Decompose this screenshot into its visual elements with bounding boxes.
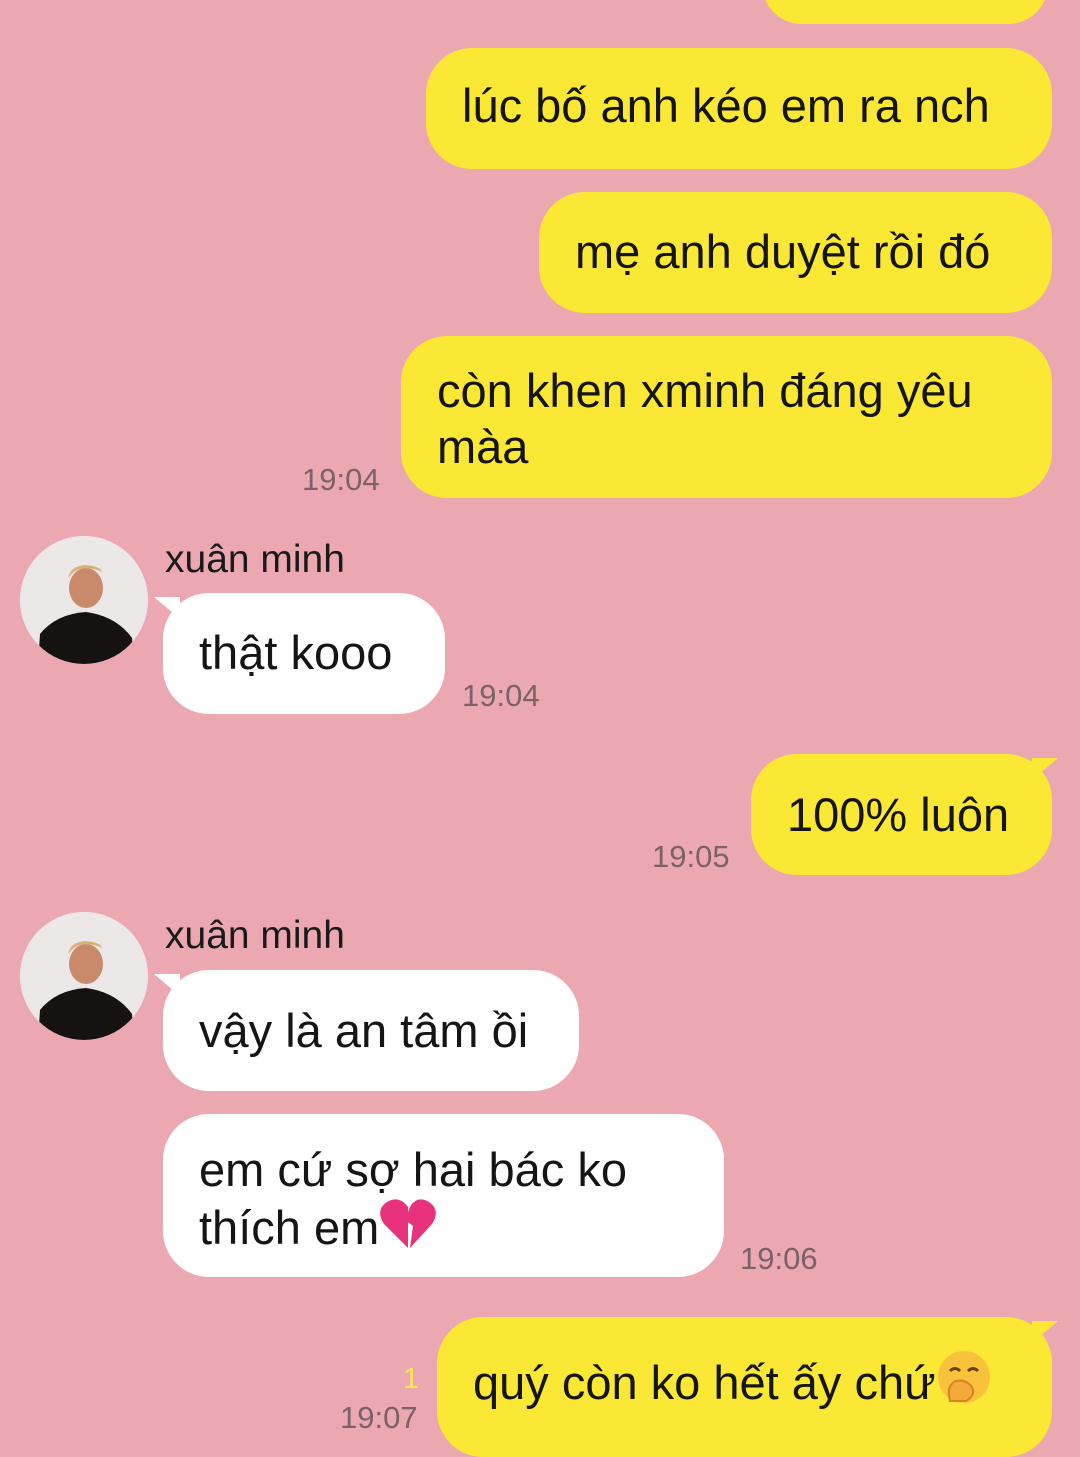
message-bubble-outgoing-partial[interactable] — [762, 0, 1048, 24]
message-text-line: màa — [437, 420, 529, 473]
message-timestamp: 19:06 — [740, 1241, 818, 1276]
message-text-line: thích em — [199, 1198, 724, 1262]
hand-over-mouth-face-icon — [936, 1349, 992, 1417]
message-bubble-outgoing[interactable]: quý còn ko hết ấy chứ — [437, 1317, 1052, 1457]
sender-name: xuân minh — [165, 538, 345, 581]
sender-name: xuân minh — [165, 914, 345, 957]
message-bubble-outgoing[interactable]: còn khen xminh đáng yêu màa — [401, 336, 1052, 498]
message-text: 100% luôn — [787, 788, 1010, 841]
broken-heart-icon — [379, 1198, 437, 1262]
message-text-line: còn khen xminh đáng yêu — [437, 364, 973, 417]
message-text: quý còn ko hết ấy chứ — [473, 1356, 936, 1409]
message-bubble-outgoing[interactable]: 100% luôn — [751, 754, 1052, 875]
avatar-photo — [20, 912, 148, 1040]
message-timestamp: 19:04 — [302, 462, 380, 497]
message-text: thật kooo — [199, 626, 393, 679]
message-text: mẹ anh duyệt rồi đó — [575, 225, 991, 278]
avatar-photo — [20, 536, 148, 664]
message-text: vậy là an tâm ồi — [199, 1004, 529, 1057]
message-bubble-outgoing[interactable]: lúc bố anh kéo em ra nch — [426, 48, 1052, 169]
message-bubble-outgoing[interactable]: mẹ anh duyệt rồi đó — [539, 192, 1052, 313]
message-timestamp: 19:05 — [652, 839, 730, 874]
message-text-line: em cứ sợ hai bác ko — [199, 1143, 628, 1196]
message-text: lúc bố anh kéo em ra nch — [462, 79, 990, 132]
message-bubble-incoming[interactable]: em cứ sợ hai bác ko thích em — [163, 1114, 724, 1277]
contact-avatar[interactable] — [20, 536, 148, 664]
message-bubble-incoming[interactable]: vậy là an tâm ồi — [163, 970, 579, 1091]
message-timestamp: 19:04 — [462, 678, 540, 713]
message-bubble-incoming[interactable]: thật kooo — [163, 593, 445, 714]
contact-avatar[interactable] — [20, 912, 148, 1040]
message-timestamp: 19:07 — [340, 1400, 418, 1435]
read-count: 1 — [403, 1363, 420, 1395]
